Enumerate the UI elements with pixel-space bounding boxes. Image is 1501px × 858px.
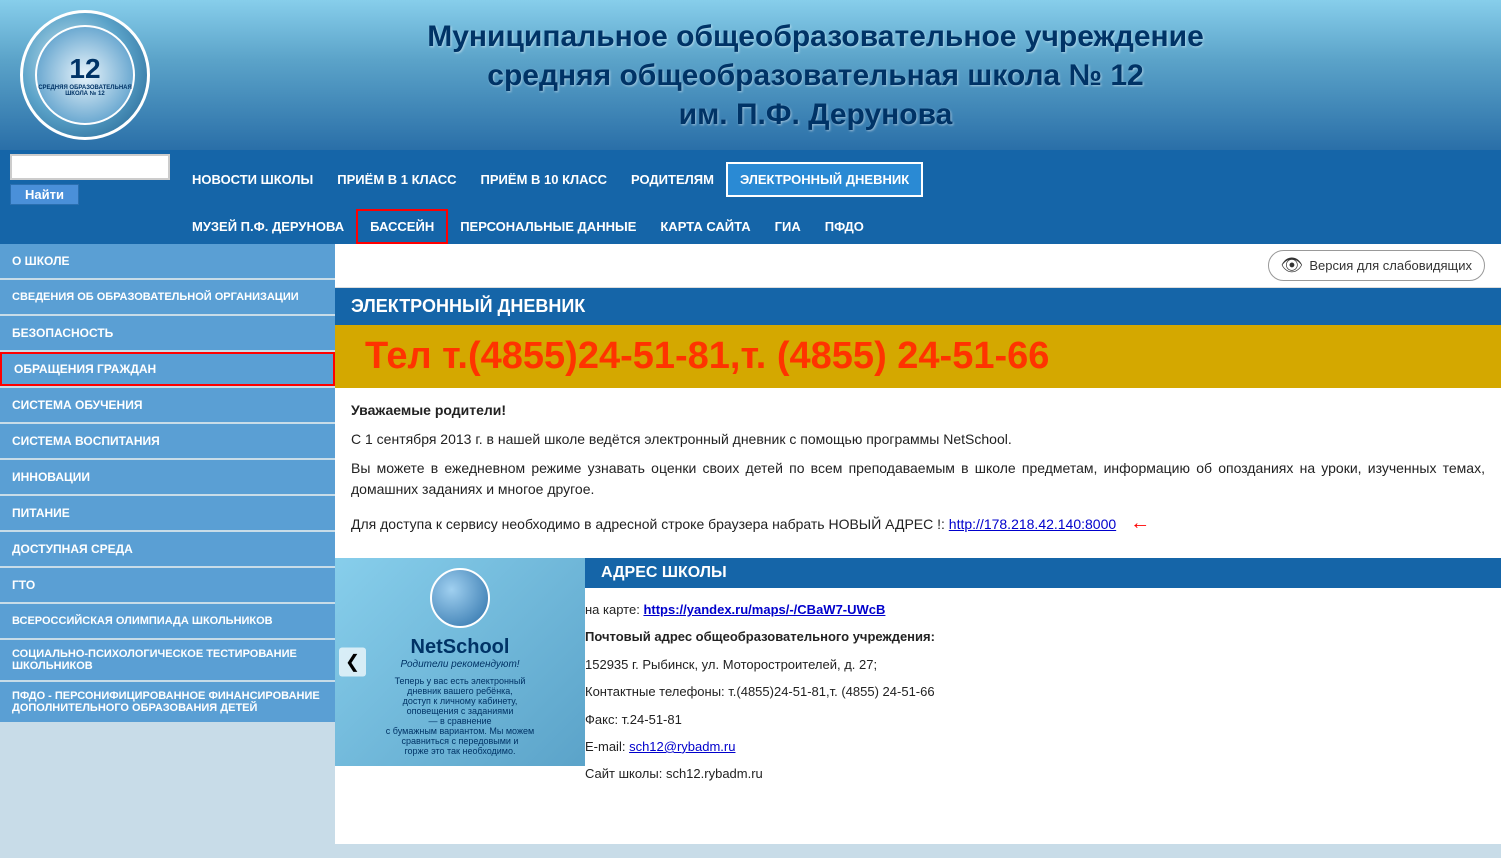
navigation: Найти НОВОСТИ ШКОЛЫ ПРИЁМ В 1 КЛАСС ПРИЁ… bbox=[0, 150, 1501, 244]
sidebar-item-psych-test[interactable]: СОЦИАЛЬНО-ПСИХОЛОГИЧЕСКОЕ ТЕСТИРОВАНИЕ Ш… bbox=[0, 640, 335, 680]
address-map: на карте: https://yandex.ru/maps/-/CBaW7… bbox=[585, 598, 1501, 621]
para4: Для доступа к сервису необходимо в адрес… bbox=[351, 508, 1485, 538]
sidebar-item-sistema-vospit[interactable]: СИСТЕМА ВОСПИТАНИЯ bbox=[0, 424, 335, 458]
content-body: Уважаемые родители! С 1 сентября 2013 г.… bbox=[335, 388, 1501, 558]
address-line-3: Факс: т.24-51-81 bbox=[585, 708, 1501, 731]
sidebar-item-obrashcheniya[interactable]: ОБРАЩЕНИЯ ГРАЖДАН bbox=[0, 352, 335, 386]
search-button[interactable]: Найти bbox=[10, 184, 79, 205]
map-link[interactable]: https://yandex.ru/maps/-/CBaW7-UWcB bbox=[643, 602, 885, 617]
address-body: на карте: https://yandex.ru/maps/-/CBaW7… bbox=[585, 588, 1501, 800]
nav-dnevnik[interactable]: ЭЛЕКТРОННЫЙ ДНЕВНИК bbox=[726, 162, 923, 197]
phone-number: Тел т.(4855)24-51-81,т. (4855) 24-51-66 bbox=[365, 335, 1049, 378]
eye-icon: 👁 bbox=[1281, 255, 1304, 276]
version-label: Версия для слабовидящих bbox=[1309, 258, 1472, 273]
main-layout: О ШКОЛЕ СВЕДЕНИЯ ОБ ОБРАЗОВАТЕЛЬНОЙ ОРГА… bbox=[0, 244, 1501, 844]
content-area: 👁 Версия для слабовидящих ЭЛЕКТРОННЫЙ ДН… bbox=[335, 244, 1501, 844]
para3: Вы можете в ежедневном режиме узнавать о… bbox=[351, 458, 1485, 500]
para1: Уважаемые родители! bbox=[351, 400, 1485, 421]
address-email: E-mail: sch12@rybadm.ru bbox=[585, 735, 1501, 758]
sidebar-item-pitanie[interactable]: ПИТАНИЕ bbox=[0, 496, 335, 530]
netschool-area-container: ❮ NetSchool Родители рекомендуют! Теперь… bbox=[335, 558, 585, 800]
netschool-logo-text: NetSchool bbox=[411, 636, 510, 659]
nav-row-1: Найти НОВОСТИ ШКОЛЫ ПРИЁМ В 1 КЛАСС ПРИЁ… bbox=[0, 150, 1501, 209]
nav-karta[interactable]: КАРТА САЙТА bbox=[648, 209, 762, 244]
nav-roditelyam[interactable]: РОДИТЕЛЯМ bbox=[619, 164, 726, 195]
email-link[interactable]: sch12@rybadm.ru bbox=[629, 739, 735, 754]
sidebar-item-innovacii[interactable]: ИННОВАЦИИ bbox=[0, 460, 335, 494]
version-bar: 👁 Версия для слабовидящих bbox=[335, 244, 1501, 288]
nav-pfdo[interactable]: ПФДО bbox=[813, 209, 876, 244]
nav-novosti[interactable]: НОВОСТИ ШКОЛЫ bbox=[180, 164, 325, 195]
address-title: АДРЕС ШКОЛЫ bbox=[601, 564, 1485, 582]
diary-link[interactable]: http://178.218.42.140:8000 bbox=[949, 516, 1116, 532]
carousel-prev-button[interactable]: ❮ bbox=[339, 648, 366, 677]
address-line-2: Контактные телефоны: т.(4855)24-51-81,т.… bbox=[585, 680, 1501, 703]
address-header: АДРЕС ШКОЛЫ bbox=[585, 558, 1501, 588]
title-line1: Муниципальное общеобразовательное учрежд… bbox=[150, 17, 1481, 134]
sidebar-item-o-shkole[interactable]: О ШКОЛЕ bbox=[0, 244, 335, 278]
page-header: 12 СРЕДНЯЯ ОБРАЗОВАТЕЛЬНАЯШКОЛА № 12 Мун… bbox=[0, 0, 1501, 150]
netschool-desc: Теперь у вас есть электронныйдневник ваш… bbox=[386, 676, 534, 756]
netschool-recommend-text: Родители рекомендуют! bbox=[400, 659, 519, 670]
sidebar-item-bezopasnost[interactable]: БЕЗОПАСНОСТЬ bbox=[0, 316, 335, 350]
phone-overlay: Тел т.(4855)24-51-81,т. (4855) 24-51-66 bbox=[335, 325, 1501, 388]
sidebar-item-gto[interactable]: ГТО bbox=[0, 568, 335, 602]
logo-number: 12 bbox=[69, 53, 100, 85]
address-line-0: Почтовый адрес общеобразовательного учре… bbox=[585, 625, 1501, 648]
address-section: АДРЕС ШКОЛЫ на карте: https://yandex.ru/… bbox=[585, 558, 1501, 800]
sidebar-item-olimpiada[interactable]: ВСЕРОССИЙСКАЯ ОЛИМПИАДА ШКОЛЬНИКОВ bbox=[0, 604, 335, 638]
sidebar-item-svedeniya[interactable]: СВЕДЕНИЯ ОБ ОБРАЗОВАТЕЛЬНОЙ ОРГАНИЗАЦИИ bbox=[0, 280, 335, 314]
sidebar: О ШКОЛЕ СВЕДЕНИЯ ОБ ОБРАЗОВАТЕЛЬНОЙ ОРГА… bbox=[0, 244, 335, 844]
nav-links-row1: НОВОСТИ ШКОЛЫ ПРИЁМ В 1 КЛАСС ПРИЁМ В 10… bbox=[180, 150, 1501, 209]
search-input[interactable] bbox=[10, 154, 170, 180]
nav-priem10[interactable]: ПРИЁМ В 10 КЛАСС bbox=[469, 164, 619, 195]
section-title: ЭЛЕКТРОННЫЙ ДНЕВНИК bbox=[351, 296, 1485, 317]
nav-bassein[interactable]: БАССЕЙН bbox=[356, 209, 448, 244]
netschool-globe-icon bbox=[430, 568, 490, 628]
address-site: Сайт школы: sch12.rybadm.ru bbox=[585, 762, 1501, 785]
search-area: Найти bbox=[0, 150, 180, 209]
nav-muzey[interactable]: МУЗЕЙ П.Ф. ДЕРУНОВА bbox=[180, 209, 356, 244]
nav-gia[interactable]: ГИА bbox=[763, 209, 813, 244]
nav-row-2: МУЗЕЙ П.Ф. ДЕРУНОВА БАССЕЙН ПЕРСОНАЛЬНЫЕ… bbox=[0, 209, 1501, 244]
sidebar-item-pfdo[interactable]: ПФДО - ПЕРСОНИФИЦИРОВАННОЕ ФИНАНСИРОВАНИ… bbox=[0, 682, 335, 722]
school-logo: 12 СРЕДНЯЯ ОБРАЗОВАТЕЛЬНАЯШКОЛА № 12 bbox=[20, 10, 150, 140]
arrow-indicator-link: ← bbox=[1130, 512, 1150, 534]
school-title: Муниципальное общеобразовательное учрежд… bbox=[150, 17, 1481, 134]
vision-btn[interactable]: 👁 Версия для слабовидящих bbox=[1268, 250, 1485, 281]
netschool-image: ❮ NetSchool Родители рекомендуют! Теперь… bbox=[335, 558, 585, 766]
nav-personal[interactable]: ПЕРСОНАЛЬНЫЕ ДАННЫЕ bbox=[448, 209, 648, 244]
bottom-layout: ❮ NetSchool Родители рекомендуют! Теперь… bbox=[335, 558, 1501, 800]
sidebar-item-sistema-obuch[interactable]: СИСТЕМА ОБУЧЕНИЯ bbox=[0, 388, 335, 422]
address-line-1: 152935 г. Рыбинск, ул. Моторостроителей,… bbox=[585, 653, 1501, 676]
content-section-header: ЭЛЕКТРОННЫЙ ДНЕВНИК bbox=[335, 288, 1501, 325]
sidebar-item-dostupnaya[interactable]: ДОСТУПНАЯ СРЕДА bbox=[0, 532, 335, 566]
para2: С 1 сентября 2013 г. в нашей школе ведёт… bbox=[351, 429, 1485, 450]
nav-priem1[interactable]: ПРИЁМ В 1 КЛАСС bbox=[325, 164, 468, 195]
